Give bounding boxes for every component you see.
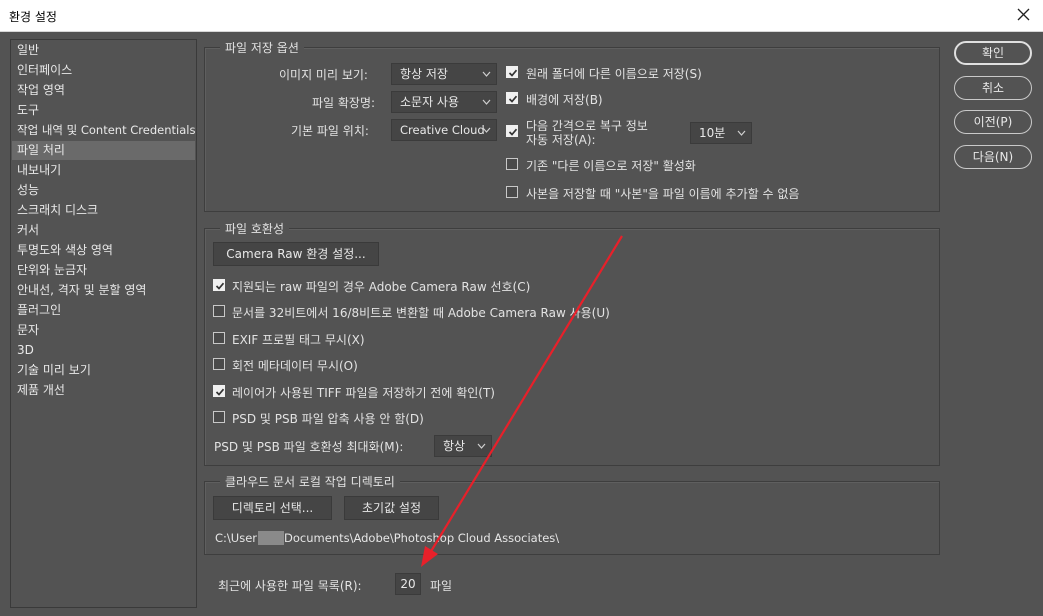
sidebar-item-plugins[interactable]: 플러그인 xyxy=(12,301,195,320)
save-options-legend: 파일 저장 옵션 xyxy=(220,39,304,56)
ignore-rotation-checkbox[interactable] xyxy=(213,358,225,370)
extension-label: 파일 확장명: xyxy=(312,96,376,110)
maximize-compat-label: PSD 및 PSB 파일 호환성 최대화(M): xyxy=(214,440,404,454)
extension-select[interactable]: 소문자 사용 xyxy=(391,91,497,113)
ignore-rotation-label: 회전 메타데이터 무시(O) xyxy=(232,359,358,373)
extension-value: 소문자 사용 xyxy=(400,95,460,109)
use-camera-raw-32bit-label: 문서를 32비트에서 16/8비트로 변환할 때 Adobe Camera Ra… xyxy=(232,306,610,320)
ignore-exif-label: EXIF 프로필 태그 무시(X) xyxy=(232,333,365,347)
sidebar-item-tools[interactable]: 도구 xyxy=(12,101,195,120)
confirm-layered-tiff-checkbox[interactable] xyxy=(213,385,225,397)
recent-files-input[interactable]: 20 xyxy=(395,573,421,595)
use-camera-raw-32bit-checkbox[interactable] xyxy=(213,305,225,317)
sidebar-item-cursors[interactable]: 커서 xyxy=(12,221,195,240)
image-preview-label: 이미지 미리 보기: xyxy=(279,68,368,82)
default-location-select[interactable]: Creative Cloud xyxy=(391,119,497,141)
checkmark-icon xyxy=(215,282,225,290)
choose-directory-button[interactable]: 디렉토리 선택... xyxy=(213,496,332,520)
cloud-path-prefix: C:\User xyxy=(215,531,257,545)
save-as-original-folder-checkbox[interactable] xyxy=(506,66,518,78)
chevron-down-icon xyxy=(482,127,491,133)
redacted-username xyxy=(258,531,284,545)
sidebar-item-tech-preview[interactable]: 기술 미리 보기 xyxy=(12,361,195,380)
camera-raw-preferences-button[interactable]: Camera Raw 환경 설정... xyxy=(213,242,379,266)
sidebar: 일반 인터페이스 작업 영역 도구 작업 내역 및 Content Creden… xyxy=(10,39,197,608)
chevron-down-icon xyxy=(477,443,486,449)
legacy-save-as-label: 기존 "다른 이름으로 저장" 활성화 xyxy=(526,159,696,173)
window-title: 환경 설정 xyxy=(9,10,57,24)
chevron-down-icon xyxy=(482,71,491,77)
default-location-label: 기본 파일 위치: xyxy=(291,124,369,138)
sidebar-item-units[interactable]: 단위와 눈금자 xyxy=(12,261,195,280)
sidebar-item-file-handling[interactable]: 파일 처리 xyxy=(12,141,195,160)
sidebar-item-performance[interactable]: 성능 xyxy=(12,181,195,200)
sidebar-item-export[interactable]: 내보내기 xyxy=(12,161,195,180)
previous-button[interactable]: 이전(P) xyxy=(954,110,1032,134)
save-as-original-folder-label: 원래 폴더에 다른 이름으로 저장(S) xyxy=(526,67,702,81)
auto-save-checkbox[interactable] xyxy=(506,125,518,137)
sidebar-item-workspace[interactable]: 작업 영역 xyxy=(12,81,195,100)
save-in-background-checkbox[interactable] xyxy=(506,92,518,104)
checkmark-icon xyxy=(508,128,518,136)
auto-save-label-line2: 자동 저장(A): xyxy=(526,133,596,147)
save-in-background-label: 배경에 저장(B) xyxy=(526,93,603,107)
sidebar-item-guides[interactable]: 안내선, 격자 및 분할 영역 xyxy=(12,281,195,300)
sidebar-item-scratch-disks[interactable]: 스크래치 디스크 xyxy=(12,201,195,220)
chevron-down-icon xyxy=(737,130,746,136)
recent-files-label: 최근에 사용한 파일 목록(R): xyxy=(218,579,362,593)
auto-save-interval-select[interactable]: 10분 xyxy=(690,122,752,144)
sidebar-item-type[interactable]: 문자 xyxy=(12,321,195,340)
recent-files-unit: 파일 xyxy=(430,579,453,593)
prefer-camera-raw-label: 지원되는 raw 파일의 경우 Adobe Camera Raw 선호(C) xyxy=(232,280,531,294)
sidebar-item-interface[interactable]: 인터페이스 xyxy=(12,61,195,80)
auto-save-interval-value: 10분 xyxy=(699,126,726,140)
image-preview-value: 항상 저장 xyxy=(400,67,448,81)
maximize-compat-value: 항상 xyxy=(443,439,466,453)
ok-button[interactable]: 확인 xyxy=(954,41,1032,65)
disable-psd-compression-label: PSD 및 PSB 파일 압축 사용 안 함(D) xyxy=(232,412,424,426)
next-button[interactable]: 다음(N) xyxy=(954,145,1032,169)
compatibility-legend: 파일 호환성 xyxy=(220,220,290,237)
checkmark-icon xyxy=(508,69,518,77)
disable-psd-compression-checkbox[interactable] xyxy=(213,411,225,423)
cloud-path-suffix: Documents\Adobe\Photoshop Cloud Associat… xyxy=(284,531,560,545)
sidebar-item-general[interactable]: 일반 xyxy=(12,41,195,60)
cancel-button[interactable]: 취소 xyxy=(954,76,1032,100)
default-location-value: Creative Cloud xyxy=(400,123,485,137)
reset-default-button[interactable]: 초기값 설정 xyxy=(344,496,439,520)
checkmark-icon xyxy=(215,388,225,396)
sidebar-item-history[interactable]: 작업 내역 및 Content Credentials xyxy=(12,121,195,140)
close-icon[interactable] xyxy=(1013,3,1035,27)
legacy-save-as-checkbox[interactable] xyxy=(506,158,518,170)
no-copy-suffix-label: 사본을 저장할 때 "사본"을 파일 이름에 추가할 수 없음 xyxy=(526,187,800,201)
chevron-down-icon xyxy=(482,99,491,105)
confirm-layered-tiff-label: 레이어가 사용된 TIFF 파일을 저장하기 전에 확인(T) xyxy=(232,386,495,400)
prefer-camera-raw-checkbox[interactable] xyxy=(213,279,225,291)
checkmark-icon xyxy=(508,95,518,103)
image-preview-select[interactable]: 항상 저장 xyxy=(391,63,497,85)
maximize-compat-select[interactable]: 항상 xyxy=(434,435,492,457)
sidebar-item-transparency[interactable]: 투명도와 색상 영역 xyxy=(12,241,195,260)
sidebar-item-3d[interactable]: 3D xyxy=(12,341,195,360)
cloud-legend: 클라우드 문서 로컬 작업 디렉토리 xyxy=(220,473,400,490)
ignore-exif-checkbox[interactable] xyxy=(213,332,225,344)
no-copy-suffix-checkbox[interactable] xyxy=(506,186,518,198)
sidebar-item-product-improvement[interactable]: 제품 개선 xyxy=(12,381,195,400)
title-bar: 환경 설정 xyxy=(0,0,1043,32)
